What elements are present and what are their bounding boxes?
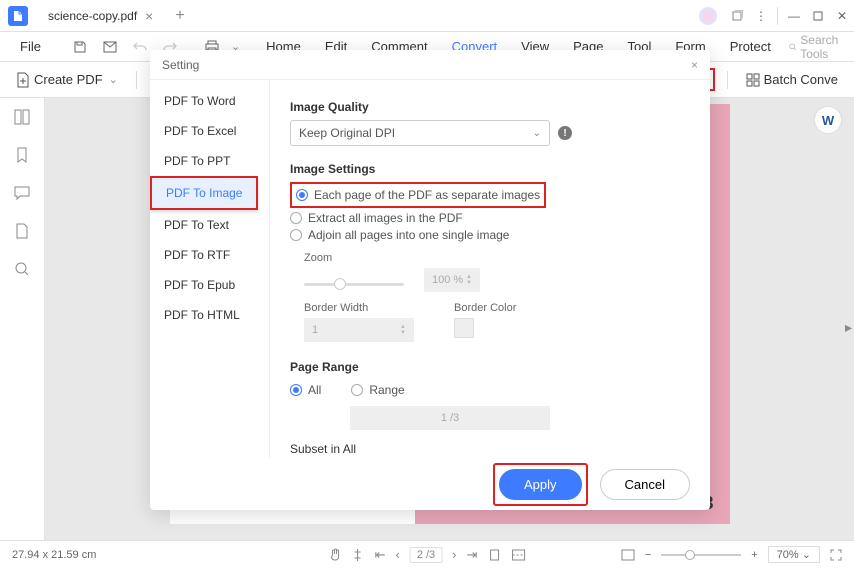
fullscreen-icon[interactable]: [830, 549, 842, 561]
border-color-swatch[interactable]: [454, 318, 474, 338]
attachments-icon[interactable]: [13, 222, 31, 240]
tab-title: science-copy.pdf: [48, 9, 137, 23]
fit-page-icon[interactable]: [511, 549, 525, 561]
dialog-close-icon[interactable]: ×: [691, 58, 698, 72]
last-page-icon[interactable]: ⇥: [467, 547, 478, 563]
menu-file[interactable]: File: [10, 35, 51, 58]
next-page-icon[interactable]: ›: [452, 547, 456, 562]
app-icon: [8, 6, 28, 26]
border-width-input[interactable]: 1 ▲▼: [304, 318, 414, 342]
border-width-label: Border Width: [304, 302, 414, 314]
image-settings-title: Image Settings: [290, 162, 690, 176]
chevron-down-icon: ⌄: [109, 73, 118, 86]
radio-icon: [296, 189, 308, 201]
minimize-icon[interactable]: —: [782, 4, 806, 28]
page-range-title: Page Range: [290, 360, 690, 374]
view-mode-icon[interactable]: [621, 549, 635, 561]
close-window-icon[interactable]: ✕: [830, 4, 854, 28]
chevron-down-icon: ⌄: [533, 128, 541, 139]
thumbnails-icon[interactable]: [13, 108, 31, 126]
sidebar-item-rtf[interactable]: PDF To RTF: [150, 240, 269, 270]
bookmarks-icon[interactable]: [13, 146, 31, 164]
subset-label: Subset in All: [290, 442, 690, 456]
add-tab-button[interactable]: +: [175, 7, 184, 25]
radio-icon: [290, 212, 302, 224]
page-indicator[interactable]: 2 /3: [410, 547, 442, 563]
close-tab-icon[interactable]: ×: [145, 8, 153, 24]
zoom-value-input[interactable]: 100 % ▲▼: [424, 268, 480, 292]
select-tool-icon[interactable]: [353, 548, 365, 562]
batch-convert-button[interactable]: Batch Conve: [740, 68, 844, 91]
sidebar-item-text[interactable]: PDF To Text: [150, 210, 269, 240]
radio-all-pages[interactable]: All: [290, 383, 321, 397]
zoom-value[interactable]: 70% ⌄: [768, 546, 820, 563]
first-page-icon[interactable]: ⇤: [375, 547, 386, 563]
radio-each-page[interactable]: Each page of the PDF as separate images: [296, 188, 540, 202]
page-dimensions: 27.94 x 21.59 cm: [12, 549, 96, 561]
radio-icon: [351, 384, 363, 396]
profile-icon[interactable]: [699, 7, 717, 25]
settings-dialog: Setting × PDF To Word PDF To Excel PDF T…: [150, 50, 710, 510]
sidebar-item-epub[interactable]: PDF To Epub: [150, 270, 269, 300]
zoom-label: Zoom: [304, 252, 480, 264]
hand-tool-icon[interactable]: [329, 548, 343, 562]
border-color-label: Border Color: [454, 302, 516, 314]
popup-icon[interactable]: [725, 4, 749, 28]
comments-icon[interactable]: [13, 184, 31, 202]
sidebar-item-html[interactable]: PDF To HTML: [150, 300, 269, 330]
radio-icon: [290, 384, 302, 396]
sidebar-item-ppt[interactable]: PDF To PPT: [150, 146, 269, 176]
mail-icon[interactable]: [97, 41, 123, 53]
batch-icon: [746, 73, 760, 87]
search-panel-icon[interactable]: [13, 260, 31, 278]
sidebar-item-excel[interactable]: PDF To Excel: [150, 116, 269, 146]
radio-range[interactable]: Range: [351, 383, 404, 397]
cancel-button[interactable]: Cancel: [600, 469, 690, 500]
save-icon[interactable]: [67, 40, 93, 54]
radio-icon: [290, 229, 302, 241]
radio-adjoin[interactable]: Adjoin all pages into one single image: [290, 228, 690, 242]
fit-width-icon[interactable]: [487, 549, 501, 561]
expand-right-icon[interactable]: ▸: [845, 319, 852, 336]
menu-protect[interactable]: Protect: [720, 35, 781, 58]
info-icon[interactable]: !: [558, 126, 572, 140]
create-pdf-icon: [16, 72, 30, 88]
file-tab[interactable]: science-copy.pdf ×: [36, 2, 165, 30]
image-quality-dropdown[interactable]: Keep Original DPI ⌄: [290, 120, 550, 146]
zoom-slider[interactable]: [304, 283, 404, 286]
zoom-slider[interactable]: [661, 554, 741, 556]
search-icon: [789, 41, 796, 53]
image-quality-title: Image Quality: [290, 100, 690, 114]
sidebar-item-word[interactable]: PDF To Word: [150, 86, 269, 116]
range-input[interactable]: 1 /3: [350, 406, 550, 430]
sidebar-item-image[interactable]: PDF To Image: [152, 178, 256, 208]
more-icon[interactable]: ⋮: [749, 4, 773, 28]
zoom-out-icon[interactable]: −: [645, 549, 651, 561]
zoom-in-icon[interactable]: +: [751, 549, 757, 561]
radio-extract-all[interactable]: Extract all images in the PDF: [290, 211, 690, 225]
search-tools[interactable]: Search Tools: [789, 33, 843, 61]
word-export-badge[interactable]: W: [814, 106, 842, 134]
maximize-icon[interactable]: [806, 4, 830, 28]
create-pdf-button[interactable]: Create PDF ⌄: [10, 68, 124, 92]
dialog-title: Setting: [162, 58, 199, 72]
prev-page-icon[interactable]: ‹: [395, 547, 399, 562]
apply-button[interactable]: Apply: [499, 469, 582, 500]
